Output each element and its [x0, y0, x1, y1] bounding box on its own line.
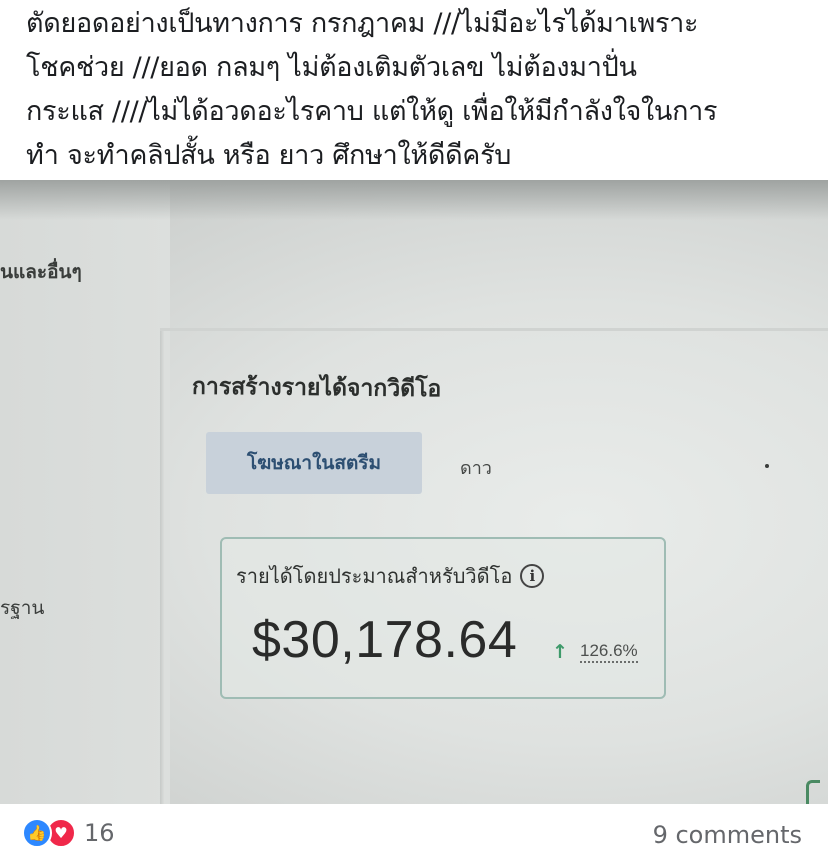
post-text-line: ทำ จะทำคลิปสั้น หรือ ยาว ศึกษาให้ดีดีครั…: [26, 140, 512, 171]
info-circle-icon[interactable]: i: [520, 564, 545, 588]
tab-label: โฆษณาในสตรีม: [246, 452, 382, 474]
post-text-line: กระแส ////ไม่ได้อวดอะไรคาบ แต่ให้ดู เพื่…: [26, 96, 718, 127]
earnings-change-percent: 126.6%: [580, 641, 638, 663]
like-icon: 👍: [22, 818, 52, 848]
tab-stars[interactable]: ดาว: [460, 453, 492, 482]
post-photo[interactable]: นและอื่นๆ รฐาน การสร้างรายได้จากวิดีโอ โ…: [0, 180, 828, 804]
post-text-line: ตัดยอดอย่างเป็นทางการ กรกฎาคม ///ไม่มีอะ…: [26, 8, 699, 39]
post-text: ตัดยอดอย่างเป็นทางการ กรกฎาคม ///ไม่มีอะ…: [26, 2, 816, 178]
tab-label: ดาว: [460, 458, 492, 479]
reaction-count: 16: [84, 819, 115, 847]
panel-divider-horizontal: [160, 328, 828, 331]
panel-divider-vertical: [160, 330, 164, 804]
stray-dot: [765, 464, 769, 468]
arrow-up-icon: ↑: [552, 641, 568, 663]
left-menu-label: นและอื่นๆ: [0, 261, 82, 283]
left-menu-label: รฐาน: [0, 597, 45, 619]
corner-mark: [806, 780, 820, 804]
earnings-amount: $30,178.64: [252, 611, 518, 669]
tab-instream-ads[interactable]: โฆษณาในสตรีม: [206, 432, 422, 494]
earnings-card-title: รายได้โดยประมาณสำหรับวิดีโอ i: [236, 560, 545, 592]
comments-link[interactable]: 9 comments: [653, 820, 802, 848]
reactions-summary[interactable]: 👍 ♥ 16: [22, 818, 115, 848]
section-title: การสร้างรายได้จากวิดีโอ: [191, 373, 442, 403]
earnings-card-title-text: รายได้โดยประมาณสำหรับวิดีโอ: [236, 564, 513, 588]
post-text-line: โชคช่วย ///ยอด กลมๆ ไม่ต้องเติมตัวเลข ไม…: [26, 52, 637, 83]
photo-shade: [0, 180, 828, 220]
